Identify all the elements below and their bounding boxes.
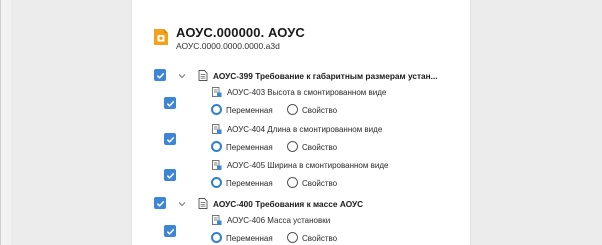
item-label-403[interactable]: АОУС-403 Высота в смонтированном виде	[227, 88, 386, 97]
radio-property-404[interactable]	[287, 141, 298, 152]
radio-label-variable-406: Переменная	[226, 234, 273, 243]
checkmark-icon	[156, 200, 164, 207]
requirement-icon	[212, 215, 222, 225]
radio-variable-403[interactable]	[211, 104, 222, 115]
chevron-down-icon[interactable]	[178, 72, 186, 80]
radio-label-property-404: Свойство	[302, 143, 338, 152]
document-lock-icon	[154, 29, 168, 45]
radio-label-variable-405: Переменная	[226, 179, 273, 188]
radio-property-406[interactable]	[287, 232, 298, 243]
group-checkbox-399[interactable]	[154, 69, 166, 81]
radio-variable-404[interactable]	[211, 141, 222, 152]
radio-label-property-405: Свойство	[302, 179, 338, 188]
radio-variable-405[interactable]	[211, 177, 222, 188]
document-icon	[198, 70, 208, 81]
checkmark-icon	[166, 228, 174, 235]
item-checkbox-405[interactable]	[164, 169, 176, 181]
item-checkbox-406[interactable]	[164, 225, 176, 237]
radio-property-405[interactable]	[287, 177, 298, 188]
checkmark-icon	[166, 100, 174, 107]
document-title: АОУС.000000. АОУС	[176, 25, 305, 40]
group-label-400[interactable]: АОУС-400 Требования к массе АОУС	[213, 199, 363, 209]
left-rail	[1, 0, 11, 245]
document-filename: АОУС.0000.0000.0000.a3d	[176, 41, 280, 51]
checkmark-icon	[156, 72, 164, 79]
requirement-icon	[212, 87, 222, 97]
radio-label-property-406: Свойство	[302, 234, 338, 243]
group-checkbox-400[interactable]	[154, 197, 166, 209]
item-label-405[interactable]: АОУС-405 Ширина в смонтированном виде	[227, 161, 388, 170]
checkmark-icon	[166, 172, 174, 179]
requirement-icon	[212, 160, 222, 170]
document-icon	[198, 198, 208, 209]
radio-label-variable-404: Переменная	[226, 143, 273, 152]
radio-variable-406[interactable]	[211, 232, 222, 243]
requirement-icon	[212, 124, 222, 134]
radio-label-property-403: Свойство	[302, 106, 338, 115]
item-label-404[interactable]: АОУС-404 Длина в смонтированном виде	[227, 125, 382, 134]
radio-label-variable-403: Переменная	[226, 106, 273, 115]
item-checkbox-404[interactable]	[164, 133, 176, 145]
radio-property-403[interactable]	[287, 104, 298, 115]
chevron-down-icon[interactable]	[178, 200, 186, 208]
item-label-406[interactable]: АОУС-406 Масса установки	[227, 216, 330, 225]
checkmark-icon	[166, 136, 174, 143]
item-checkbox-403[interactable]	[164, 97, 176, 109]
group-label-399[interactable]: АОУС-399 Требование к габаритным размера…	[213, 71, 438, 81]
